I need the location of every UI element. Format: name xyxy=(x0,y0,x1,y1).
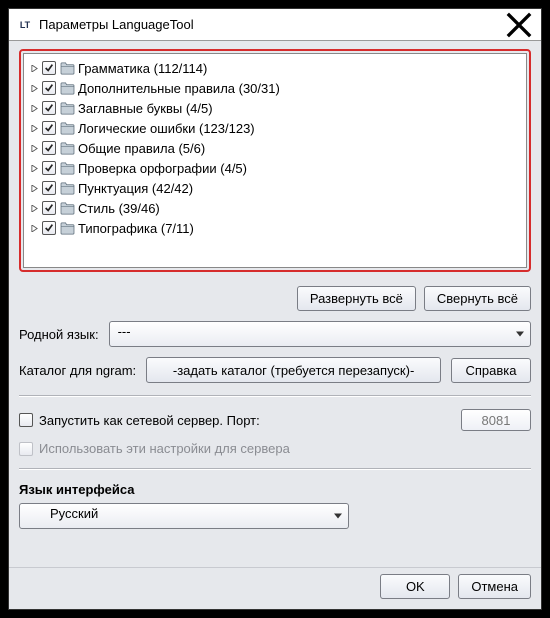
disclosure-triangle[interactable] xyxy=(30,204,39,213)
rule-label: Общие правила (5/6) xyxy=(78,141,205,156)
folder-icon xyxy=(60,102,75,115)
separator xyxy=(19,395,531,397)
folder-icon xyxy=(60,62,75,75)
checkmark-icon xyxy=(44,203,54,213)
checkmark-icon xyxy=(44,123,54,133)
titlebar: LT Параметры LanguageTool xyxy=(9,9,541,41)
rule-checkbox[interactable] xyxy=(42,201,56,215)
checkmark-icon xyxy=(44,83,54,93)
folder-icon xyxy=(59,220,75,236)
run-server-checkbox[interactable] xyxy=(19,413,33,427)
folder-icon xyxy=(59,160,75,176)
ui-language-heading: Язык интерфейса xyxy=(19,482,531,497)
collapse-all-button[interactable]: Свернуть всё xyxy=(424,286,531,311)
separator xyxy=(19,468,531,470)
folder-icon xyxy=(60,82,75,95)
checkmark-icon xyxy=(44,143,54,153)
chevron-right-icon xyxy=(31,185,38,192)
checkmark-icon xyxy=(44,183,54,193)
rule-label: Типографика (7/11) xyxy=(78,221,194,236)
disclosure-triangle[interactable] xyxy=(30,104,39,113)
rule-checkbox[interactable] xyxy=(42,181,56,195)
rules-tree[interactable]: Грамматика (112/114) Дополнительные прави… xyxy=(23,53,527,268)
ui-language-select[interactable]: Русский xyxy=(19,503,349,529)
checkmark-icon xyxy=(44,163,54,173)
tree-row[interactable]: Типографика (7/11) xyxy=(26,218,524,238)
rule-label: Пунктуация (42/42) xyxy=(78,181,193,196)
tree-row[interactable]: Пунктуация (42/42) xyxy=(26,178,524,198)
tree-row[interactable]: Логические ошибки (123/123) xyxy=(26,118,524,138)
ngram-dir-label: Каталог для ngram: xyxy=(19,363,136,378)
chevron-right-icon xyxy=(31,165,38,172)
rule-label: Заглавные буквы (4/5) xyxy=(78,101,213,116)
tree-row[interactable]: Заглавные буквы (4/5) xyxy=(26,98,524,118)
ngram-dir-button[interactable]: -задать каталог (требуется перезапуск)- xyxy=(146,357,441,383)
tree-row[interactable]: Проверка орфографии (4/5) xyxy=(26,158,524,178)
help-button[interactable]: Справка xyxy=(451,358,531,383)
folder-icon xyxy=(59,60,75,76)
cancel-button[interactable]: Отмена xyxy=(458,574,531,599)
tree-row[interactable]: Общие правила (5/6) xyxy=(26,138,524,158)
rule-label: Проверка орфографии (4/5) xyxy=(78,161,247,176)
rule-label: Грамматика (112/114) xyxy=(78,61,207,76)
folder-icon xyxy=(59,120,75,136)
disclosure-triangle[interactable] xyxy=(30,144,39,153)
checkmark-icon xyxy=(44,103,54,113)
rule-checkbox[interactable] xyxy=(42,121,56,135)
folder-icon xyxy=(60,122,75,135)
rule-label: Стиль (39/46) xyxy=(78,201,160,216)
folder-icon xyxy=(60,182,75,195)
folder-icon xyxy=(59,180,75,196)
rule-checkbox[interactable] xyxy=(42,221,56,235)
expand-all-button[interactable]: Развернуть всё xyxy=(297,286,416,311)
folder-icon xyxy=(59,100,75,116)
disclosure-triangle[interactable] xyxy=(30,64,39,73)
chevron-right-icon xyxy=(31,145,38,152)
folder-icon xyxy=(60,202,75,215)
close-icon xyxy=(505,11,533,39)
folder-icon xyxy=(59,200,75,216)
rules-tree-highlight: Грамматика (112/114) Дополнительные прави… xyxy=(19,49,531,272)
chevron-right-icon xyxy=(31,105,38,112)
ok-button[interactable]: OK xyxy=(380,574,450,599)
native-language-label: Родной язык: xyxy=(19,327,99,342)
chevron-right-icon xyxy=(31,65,38,72)
folder-icon xyxy=(60,142,75,155)
disclosure-triangle[interactable] xyxy=(30,224,39,233)
rule-checkbox[interactable] xyxy=(42,101,56,115)
tree-row[interactable]: Стиль (39/46) xyxy=(26,198,524,218)
folder-icon xyxy=(59,80,75,96)
folder-icon xyxy=(60,162,75,175)
checkmark-icon xyxy=(44,223,54,233)
checkmark-icon xyxy=(44,63,54,73)
rule-checkbox[interactable] xyxy=(42,61,56,75)
rule-label: Логические ошибки (123/123) xyxy=(78,121,255,136)
use-server-settings-label: Использовать эти настройки для сервера xyxy=(39,441,290,456)
use-server-settings-checkbox xyxy=(19,442,33,456)
disclosure-triangle[interactable] xyxy=(30,124,39,133)
close-button[interactable] xyxy=(505,11,533,39)
rule-label: Дополнительные правила (30/31) xyxy=(78,81,280,96)
app-icon: LT xyxy=(17,17,33,33)
rule-checkbox[interactable] xyxy=(42,161,56,175)
disclosure-triangle[interactable] xyxy=(30,84,39,93)
disclosure-triangle[interactable] xyxy=(30,184,39,193)
chevron-right-icon xyxy=(31,85,38,92)
chevron-right-icon xyxy=(31,205,38,212)
disclosure-triangle[interactable] xyxy=(30,164,39,173)
rule-checkbox[interactable] xyxy=(42,141,56,155)
native-language-select[interactable]: --- xyxy=(109,321,531,347)
chevron-right-icon xyxy=(31,125,38,132)
folder-icon xyxy=(60,222,75,235)
window-title: Параметры LanguageTool xyxy=(39,17,194,32)
tree-row[interactable]: Дополнительные правила (30/31) xyxy=(26,78,524,98)
chevron-right-icon xyxy=(31,225,38,232)
dialog-window: LT Параметры LanguageTool Грамматика (11… xyxy=(8,8,542,610)
tree-row[interactable]: Грамматика (112/114) xyxy=(26,58,524,78)
rule-checkbox[interactable] xyxy=(42,81,56,95)
run-server-label: Запустить как сетевой сервер. Порт: xyxy=(39,413,260,428)
folder-icon xyxy=(59,140,75,156)
port-input[interactable] xyxy=(461,409,531,431)
